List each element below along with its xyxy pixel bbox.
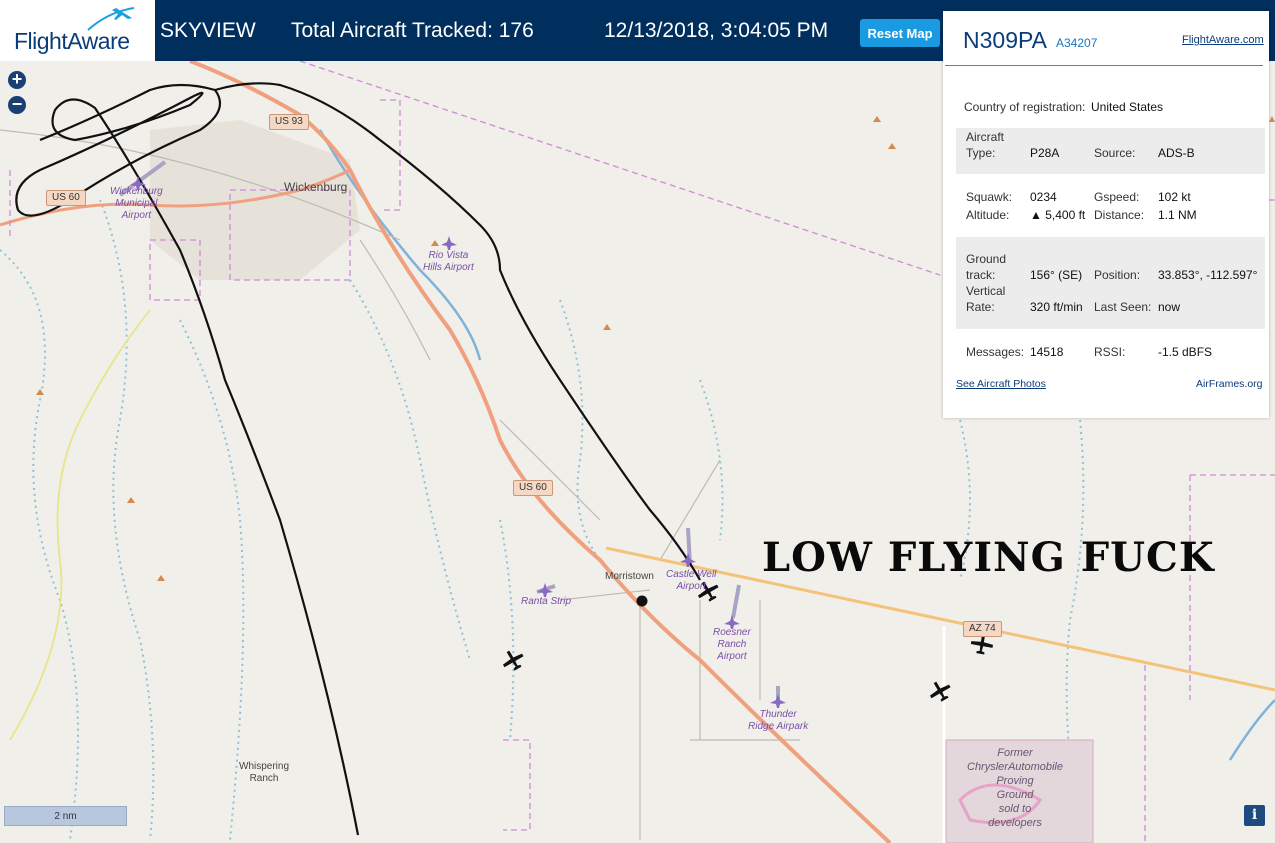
rssi-label: RSSI: bbox=[1094, 345, 1126, 359]
aircraft-count: Total Aircraft Tracked: 176 bbox=[291, 19, 534, 42]
vertical-rate-label-1: Vertical bbox=[966, 284, 1006, 298]
roesner-line3: Airport bbox=[717, 651, 747, 662]
proving-ground-line6: developers bbox=[988, 817, 1042, 829]
proving-ground-line3: Proving bbox=[996, 775, 1034, 787]
source-label: Source: bbox=[1094, 146, 1136, 160]
scale-bar: 2 nm bbox=[4, 806, 127, 826]
airport-label-roesner: Roesner Ranch Airport bbox=[713, 627, 751, 663]
altitude-value: ▲ 5,400 ft bbox=[1030, 208, 1086, 222]
thunder-ridge-line1: Thunder bbox=[759, 709, 797, 720]
zoom-out-button[interactable]: − bbox=[8, 95, 26, 114]
distance-value: 1.1 NM bbox=[1158, 208, 1197, 222]
whispering-ranch-line2: Ranch bbox=[249, 773, 279, 784]
wickenburg-airport-line1: Wickenburg bbox=[110, 186, 163, 197]
aircraft-registration: N309PA bbox=[963, 27, 1047, 53]
position-value: 33.853°, -112.597° bbox=[1158, 268, 1258, 282]
info-button[interactable]: i bbox=[1244, 805, 1265, 826]
aircraft-photos-link[interactable]: See Aircraft Photos bbox=[956, 378, 1046, 390]
ground-track-label-1: Ground bbox=[966, 252, 1007, 266]
town-label-whispering-ranch: Whispering Ranch bbox=[239, 761, 289, 785]
zoom-in-button[interactable]: + bbox=[8, 70, 26, 89]
vertical-rate-label-2: Rate: bbox=[966, 300, 995, 314]
airport-label-rio-vista: Rio Vista Hills Airport bbox=[423, 250, 474, 274]
airport-label-thunder-ridge: Thunder Ridge Airpark bbox=[748, 709, 808, 733]
road-shield-us93: US 93 bbox=[269, 114, 309, 130]
town-label-morristown: Morristown bbox=[605, 571, 654, 582]
wickenburg-airport-line3: Airport bbox=[121, 210, 152, 221]
castle-well-line1: Castle Well bbox=[666, 569, 717, 580]
proving-ground-line1: Former bbox=[997, 747, 1033, 759]
gspeed-value: 102 kt bbox=[1158, 190, 1191, 204]
distance-label: Distance: bbox=[1094, 208, 1145, 222]
road-shield-us60-center: US 60 bbox=[513, 480, 553, 496]
caption-overlay: LOW FLYING FUCK bbox=[762, 534, 1215, 581]
logo-text: FlightAware bbox=[14, 28, 130, 54]
roesner-line2: Ranch bbox=[717, 639, 747, 650]
road-shield-us60-west: US 60 bbox=[46, 190, 86, 206]
proving-ground-line2: ChryslerAutomobile bbox=[967, 761, 1063, 773]
clock: 12/13/2018, 3:04:05 PM bbox=[604, 19, 829, 42]
proving-ground-label: Former ChryslerAutomobile Proving Ground… bbox=[967, 746, 1063, 830]
aircraft-type-value: P28A bbox=[1030, 146, 1060, 160]
last-seen-label: Last Seen: bbox=[1094, 300, 1152, 314]
panel-divider bbox=[945, 65, 1263, 66]
airport-label-castle-well: Castle Well Airport bbox=[666, 569, 716, 593]
gspeed-label: Gspeed: bbox=[1094, 190, 1140, 204]
squawk-value: 0234 bbox=[1030, 190, 1057, 204]
aircraft-detail-panel: N309PA A34207 FlightAware.com Country of… bbox=[943, 11, 1269, 418]
ground-track-value: 156° (SE) bbox=[1030, 268, 1083, 282]
rio-vista-line1: Rio Vista bbox=[428, 250, 469, 261]
airframes-link[interactable]: AirFrames.org bbox=[1196, 378, 1263, 390]
airport-label-wickenburg: Wickenburg Municipal Airport bbox=[110, 186, 163, 222]
roesner-line1: Roesner bbox=[713, 627, 751, 638]
ground-track-label-2: track: bbox=[966, 268, 996, 282]
last-seen-value: now bbox=[1158, 300, 1181, 314]
source-value: ADS-B bbox=[1158, 146, 1195, 160]
rio-vista-line2: Hills Airport bbox=[423, 262, 474, 273]
town-label-wickenburg: Wickenburg bbox=[284, 180, 348, 194]
castle-well-line2: Airport bbox=[676, 581, 706, 592]
app-title: SKYVIEW bbox=[160, 19, 256, 42]
reset-map-button[interactable]: Reset Map bbox=[860, 19, 940, 47]
whispering-ranch-line1: Whispering bbox=[239, 761, 290, 772]
position-label: Position: bbox=[1094, 268, 1141, 282]
messages-label: Messages: bbox=[966, 345, 1025, 359]
flightaware-logo[interactable]: FlightAware bbox=[0, 0, 155, 61]
messages-value: 14518 bbox=[1030, 345, 1064, 359]
aircraft-type-label-1: Aircraft bbox=[966, 130, 1005, 144]
proving-ground-line4: Ground bbox=[996, 789, 1034, 801]
flightaware-link[interactable]: FlightAware.com bbox=[1182, 34, 1264, 46]
thunder-ridge-line2: Ridge Airpark bbox=[748, 721, 809, 732]
altitude-label: Altitude: bbox=[966, 208, 1010, 222]
country-value: United States bbox=[1091, 100, 1164, 114]
wickenburg-airport-line2: Municipal bbox=[115, 198, 158, 209]
airport-label-ranta-strip: Ranta Strip bbox=[521, 596, 572, 607]
squawk-label: Squawk: bbox=[966, 190, 1013, 204]
road-shield-az74: AZ 74 bbox=[963, 621, 1002, 637]
aircraft-hex[interactable]: A34207 bbox=[1056, 36, 1097, 50]
row-band-track bbox=[956, 237, 1265, 329]
rssi-value: -1.5 dBFS bbox=[1158, 345, 1213, 359]
country-label: Country of registration: bbox=[964, 100, 1086, 114]
proving-ground-line5: sold to bbox=[998, 803, 1032, 815]
vertical-rate-value: 320 ft/min bbox=[1030, 300, 1083, 314]
aircraft-type-label-2: Type: bbox=[966, 146, 996, 160]
